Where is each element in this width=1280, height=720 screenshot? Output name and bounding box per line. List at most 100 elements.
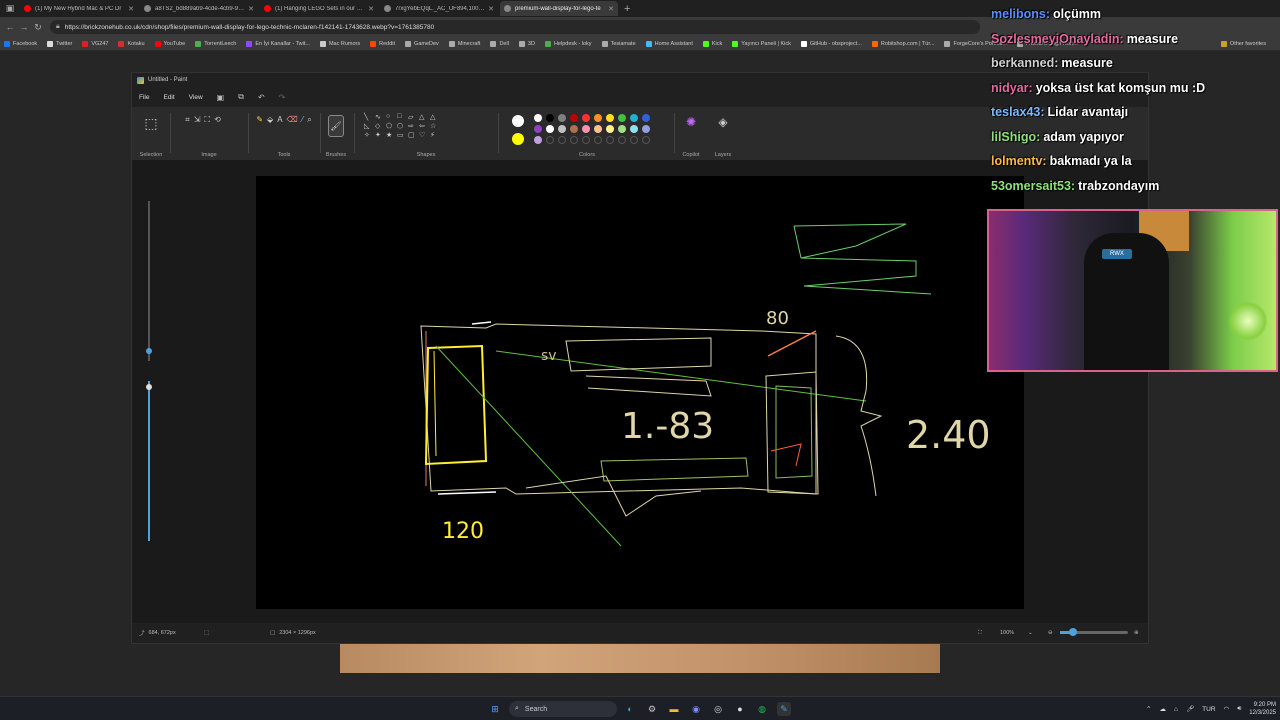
bookmark-item[interactable]: Kotaku [118,40,145,47]
custom-color-slot[interactable] [606,136,614,144]
close-icon[interactable]: ✕ [128,5,134,13]
custom-color-slot[interactable] [546,136,554,144]
bookmark-item[interactable]: GameDev [405,40,439,47]
bookmark-item[interactable]: Home Assistant [645,40,693,47]
color-swatch[interactable] [618,114,626,122]
color-swatch[interactable] [642,114,650,122]
paint-taskbar-icon[interactable]: ✎ [777,702,791,716]
discord-icon[interactable]: ◉ [689,702,703,716]
browser-tab[interactable]: premium-wall-display-for-lego-te ✕ [500,1,618,16]
close-icon[interactable]: ✕ [488,5,494,13]
color-swatch[interactable] [630,114,638,122]
bookmark-item[interactable]: Reddit [370,40,395,47]
bookmark-item[interactable]: Minecraft [448,40,480,47]
fill-icon[interactable]: ⬙ [267,115,273,125]
bookmark-item[interactable]: Helpdesk - loky [544,40,592,47]
color-swatch[interactable] [594,114,602,122]
start-icon[interactable]: ⊞ [488,702,502,716]
color-swatch[interactable] [630,125,638,133]
wifi-icon[interactable]: ◠ [1224,705,1230,713]
crop-icon[interactable]: ⌗ [185,115,190,125]
color-swatch[interactable] [546,114,554,122]
color-swatch[interactable] [606,114,614,122]
bookmark-item[interactable]: 3D [518,40,535,47]
github-icon[interactable]: ● [733,702,747,716]
bookmark-item[interactable]: Yayıncı Paneli | Kick [732,40,791,47]
rotate-icon[interactable]: ⟲ [214,115,221,125]
resize-icon[interactable]: ⇲ [194,115,201,125]
taskbar-search[interactable]: ⌕ Search [509,701,617,717]
bookmark-item[interactable]: YouTube [154,40,185,47]
cloud-icon[interactable]: ☁ [1159,705,1166,713]
color-swatch[interactable] [582,125,590,133]
menu-view[interactable]: View [189,94,203,101]
zoom-slider-thumb[interactable] [1069,628,1077,636]
zoom-dropdown[interactable]: 100% ⌄ [1000,630,1033,636]
tray-chevron-icon[interactable]: ⌃ [1146,705,1151,713]
shapes-gallery[interactable]: ╲ ∿ ○ □ ▱ △ △ ◺ ◇ ⬠ ⬡ ⇨ ⇦ ☆ ✧ ✦ ★ ▭ ▢ ♡ ⚡ [364,113,444,139]
bookmark-item[interactable]: Robitshop.com | Tür... [871,40,934,47]
custom-color-slot[interactable] [618,136,626,144]
color-2-swatch[interactable] [512,133,524,145]
bookmark-item[interactable]: TorrentLeech [195,40,236,47]
zoom-side-slider[interactable] [145,201,153,541]
browser-menu-icon[interactable]: ▣ [0,0,20,17]
browser-tab[interactable]: (1) My New Hybrid Mac & PC Dr ✕ [20,1,138,16]
spotify-icon[interactable]: ◍ [755,702,769,716]
select-all-icon[interactable]: ⛶ [204,115,210,125]
bookmark-item[interactable]: GitHub - obsproject... [800,40,862,47]
bookmark-item[interactable]: Kick [702,40,722,47]
color-swatch[interactable] [570,125,578,133]
text-icon[interactable]: A [277,115,282,125]
layers-icon[interactable]: ◈ [718,115,727,129]
clock[interactable]: 9:20 PM 12/3/2025 [1249,701,1276,717]
browser-tab[interactable]: (1) Hanging LEGO Sets in our Leg ✕ [260,1,378,16]
volume-icon[interactable]: 🔊︎ [1237,705,1241,713]
color-swatch[interactable] [606,125,614,133]
bookmark-item[interactable]: En İyi Kanallar - Twit... [246,40,310,47]
browser-tab[interactable]: a8TS2_bd889ab9-4cde-4cb9-9031 ✕ [140,1,258,16]
refresh-icon[interactable]: ↻ [32,22,44,33]
color-1-swatch[interactable] [512,115,524,127]
copilot-icon[interactable]: ✺ [686,115,696,129]
magnifier-icon[interactable]: ⌕ [307,115,311,125]
select-rectangle-icon[interactable]: ⬚ [144,115,157,132]
steam-icon[interactable]: ⚙ [645,702,659,716]
eraser-icon[interactable]: ⌫ [287,115,298,125]
color-swatch[interactable] [534,114,542,122]
color-swatch[interactable] [618,125,626,133]
custom-color-slot[interactable] [558,136,566,144]
custom-color-slot[interactable] [630,136,638,144]
color-swatch[interactable] [558,114,566,122]
bookmark-item[interactable]: Tesiamate [601,40,636,47]
menu-edit[interactable]: Edit [163,94,174,101]
share-icon[interactable]: ⧉ [238,92,244,102]
color-swatch[interactable] [582,114,590,122]
custom-color-slot[interactable] [570,136,578,144]
close-icon[interactable]: ✕ [368,5,374,13]
menu-file[interactable]: File [139,94,149,101]
zoom-in-icon[interactable]: ⊕ [1134,630,1139,636]
color-swatch[interactable] [534,136,542,144]
back-icon[interactable]: ← [4,22,16,32]
color-picker-icon[interactable]: ⁄ [302,115,303,125]
color-swatch[interactable] [570,114,578,122]
network-icon[interactable]: ⌂ [1174,706,1178,713]
bookmark-item[interactable]: Facebook [4,40,37,47]
bookmark-item[interactable]: Twitter [47,40,72,47]
bookmark-item[interactable]: VG247 [82,40,108,47]
mic-icon[interactable]: 🎤︎ [1186,705,1194,713]
custom-color-slot[interactable] [594,136,602,144]
edge-icon[interactable]: ◐ [623,702,637,716]
brush-icon[interactable]: 🖌︎ [328,115,344,137]
color-swatch[interactable] [642,125,650,133]
close-icon[interactable]: ✕ [608,5,614,13]
browser-tab[interactable]: 7rxgYebEQqL._AC_UF894,1000_ ✕ [380,1,498,16]
forward-icon[interactable]: → [18,22,30,32]
bookmark-item[interactable]: Dell [490,40,509,47]
color-swatch[interactable] [546,125,554,133]
custom-color-slot[interactable] [582,136,590,144]
color-swatch[interactable] [558,125,566,133]
color-swatch[interactable] [594,125,602,133]
obs-icon[interactable]: ◎ [711,702,725,716]
